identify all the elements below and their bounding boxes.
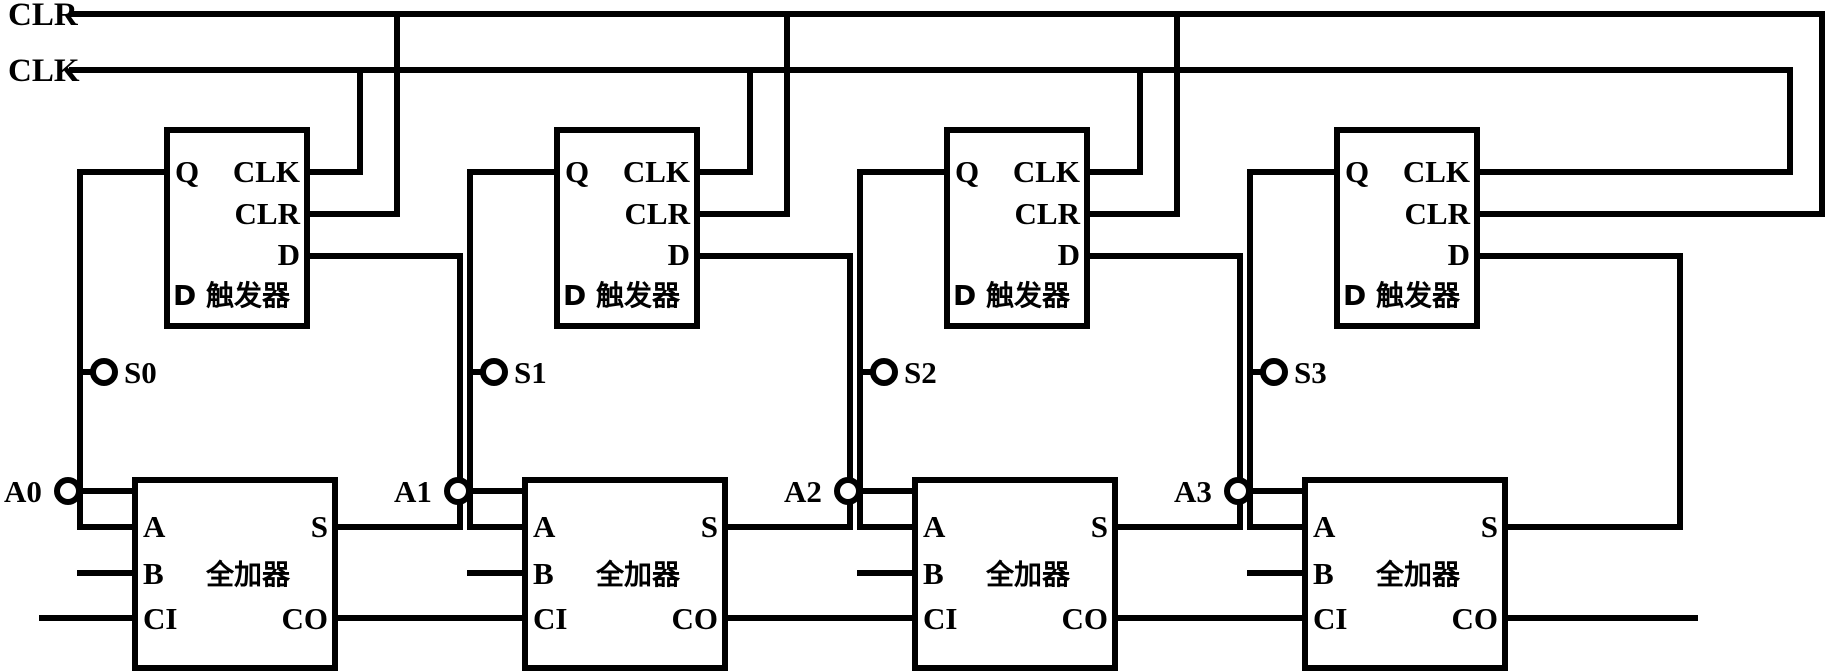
clr-drop-2 xyxy=(1084,11,1180,217)
output-s3-terminal[interactable] xyxy=(1260,358,1288,386)
d-flipflop-3-clr-label: CLR xyxy=(1405,196,1471,231)
full-adder-2-ci-label: CI xyxy=(923,601,957,636)
output-s3-label: S3 xyxy=(1294,355,1327,390)
d-flipflop-2-q-label: Q xyxy=(955,154,979,189)
full-adder-2-s-label: S xyxy=(1091,509,1108,544)
clr-bus-label: CLR xyxy=(8,0,79,33)
d-flipflop-3-q-label: Q xyxy=(1345,154,1369,189)
input-a2-terminal[interactable] xyxy=(834,477,862,505)
input-a2-wire xyxy=(856,488,918,576)
full-adder-3-body-label: 全加器 xyxy=(1375,558,1461,591)
full-adder-1-co-label: CO xyxy=(672,601,719,636)
full-adder-2-body-label: 全加器 xyxy=(985,558,1071,591)
full-adder-1-a-label: A xyxy=(533,509,556,544)
full-adder-0-b-label: B xyxy=(143,556,164,591)
d-flipflop-0-d-label: D xyxy=(278,237,300,272)
output-s1-label: S1 xyxy=(514,355,547,390)
clk-drop-0 xyxy=(304,67,363,175)
full-adder-2-co-label: CO xyxy=(1062,601,1109,636)
full-adder-1-b-label: B xyxy=(533,556,554,591)
q-feedback-1 xyxy=(467,169,560,530)
d-flipflop-1-body-label: D 触发器 xyxy=(563,279,681,312)
clr-drop-3 xyxy=(1474,11,1825,217)
output-s2-label: S2 xyxy=(904,355,937,390)
d-flipflop-3-body-label: D 触发器 xyxy=(1343,279,1461,312)
output-s0-terminal[interactable] xyxy=(90,358,118,386)
d-flipflop-1-d-label: D xyxy=(668,237,690,272)
clr-drop-1 xyxy=(694,11,790,217)
output-s0-label: S0 xyxy=(124,355,157,390)
full-adder-0-co-label: CO xyxy=(282,601,329,636)
d-flipflop-3-d-label: D xyxy=(1448,237,1470,272)
output-s2-terminal[interactable] xyxy=(870,358,898,386)
full-adder-3-co-label: CO xyxy=(1452,601,1499,636)
q-feedback-2 xyxy=(857,169,950,530)
d-flipflop-2-clk-label: CLK xyxy=(1013,154,1080,189)
q-feedback-0 xyxy=(77,169,170,530)
input-a1-label: A1 xyxy=(394,474,432,509)
full-adder-3-s-label: S xyxy=(1481,509,1498,544)
input-a0-terminal[interactable] xyxy=(54,477,82,505)
d-flipflop-0-clr-label: CLR xyxy=(235,196,301,231)
clk-drop-3 xyxy=(1474,67,1793,175)
full-adder-0-a-label: A xyxy=(143,509,166,544)
clk-drop-2 xyxy=(1084,67,1143,175)
d-flipflop-1-clk-label: CLK xyxy=(623,154,690,189)
full-adder-3-b-label: B xyxy=(1313,556,1334,591)
d-flipflop-0-body-label: D 触发器 xyxy=(173,279,291,312)
full-adder-0-s-label: S xyxy=(311,509,328,544)
full-adder-1-ci-label: CI xyxy=(533,601,567,636)
full-adder-1-body-label: 全加器 xyxy=(595,558,681,591)
input-a0-wire xyxy=(76,488,138,576)
d-flipflop-3-clk-label: CLK xyxy=(1403,154,1470,189)
d-flipflop-2-clr-label: CLR xyxy=(1015,196,1081,231)
full-adder-0-ci-label: CI xyxy=(143,601,177,636)
full-adder-2-a-label: A xyxy=(923,509,946,544)
d-flipflop-2-body-label: D 触发器 xyxy=(953,279,1071,312)
input-a1-terminal[interactable] xyxy=(444,477,472,505)
input-a0-label: A0 xyxy=(4,474,42,509)
clk-drop-1 xyxy=(694,67,753,175)
full-adder-2-b-label: B xyxy=(923,556,944,591)
output-s1-terminal[interactable] xyxy=(480,358,508,386)
input-a2-label: A2 xyxy=(784,474,822,509)
q-feedback-3 xyxy=(1247,169,1340,530)
d-flipflop-1-q-label: Q xyxy=(565,154,589,189)
full-adder-3-a-label: A xyxy=(1313,509,1336,544)
d-flipflop-2-d-label: D xyxy=(1058,237,1080,272)
input-a3-label: A3 xyxy=(1174,474,1212,509)
input-a3-terminal[interactable] xyxy=(1224,477,1252,505)
d-flipflop-1-clr-label: CLR xyxy=(625,196,691,231)
full-adder-1-s-label: S xyxy=(701,509,718,544)
clr-drop-0 xyxy=(304,11,400,217)
full-adder-3-ci-label: CI xyxy=(1313,601,1347,636)
d-flipflop-0-clk-label: CLK xyxy=(233,154,300,189)
d-flipflop-0-q-label: Q xyxy=(175,154,199,189)
input-a1-wire xyxy=(466,488,528,576)
full-adder-0-body-label: 全加器 xyxy=(205,558,291,591)
circuit-diagram: CLR CLK Q CLK CLR D D 触发器 S0 A B CI S CO… xyxy=(0,0,1828,671)
input-a3-wire xyxy=(1246,488,1308,576)
